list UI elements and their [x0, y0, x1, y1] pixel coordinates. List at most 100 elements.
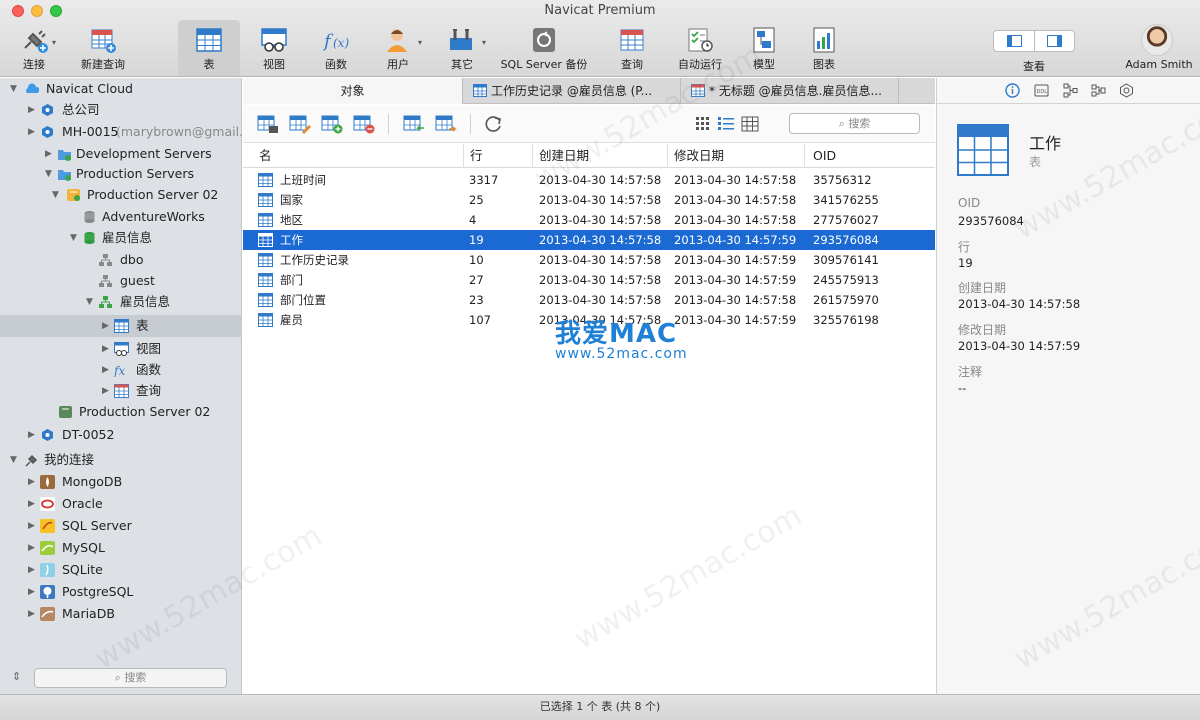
- disclosure-collapsed-icon[interactable]: ▶: [28, 121, 35, 143]
- toolbar-user-button[interactable]: 用户 ▾: [368, 20, 428, 76]
- avatar[interactable]: [1141, 24, 1173, 56]
- disclosure-collapsed-icon[interactable]: ▶: [28, 424, 35, 446]
- sidebar-item-connection-sqlite[interactable]: ▶ SQLite: [0, 559, 242, 581]
- sidebar-item-server-production-02-b[interactable]: Production Server 02: [0, 401, 242, 423]
- column-header-name[interactable]: 名: [243, 144, 464, 168]
- tab-job-history[interactable]: 工作历史记录 @雇员信息 (P...: [463, 78, 681, 104]
- disclosure-collapsed-icon[interactable]: ▶: [28, 537, 35, 559]
- design-table-icon[interactable]: [289, 114, 311, 134]
- disclosure-collapsed-icon[interactable]: ▶: [28, 515, 35, 537]
- sidebar-search-input[interactable]: ⌕ 搜索: [34, 668, 227, 688]
- column-header-rows[interactable]: 行: [464, 144, 533, 168]
- column-header-created[interactable]: 创建日期: [533, 144, 668, 168]
- toolbar-chart-button[interactable]: 图表: [794, 20, 854, 76]
- sort-icon[interactable]: ⇕: [12, 670, 21, 683]
- sidebar-item-server-production-02[interactable]: ▼ Production Server 02: [0, 184, 242, 206]
- table-icon: [258, 273, 273, 287]
- user-name[interactable]: Adam Smith: [1120, 58, 1198, 71]
- info-panel: DDL 工作 表 OID 293576084 行 19 创建日期 2013-04…: [936, 78, 1200, 694]
- disclosure-collapsed-icon[interactable]: ▶: [28, 493, 35, 515]
- disclosure-collapsed-icon[interactable]: ▶: [102, 315, 109, 337]
- sidebar-item-navicat-cloud[interactable]: ▼ Navicat Cloud: [0, 78, 242, 100]
- disclosure-expanded-icon[interactable]: ▼: [45, 163, 52, 185]
- refresh-icon[interactable]: [483, 114, 505, 134]
- toggle-right-pane-button[interactable]: [1035, 31, 1075, 51]
- disclosure-collapsed-icon[interactable]: ▶: [28, 581, 35, 603]
- disclosure-expanded-icon[interactable]: ▼: [70, 227, 77, 249]
- toolbar-automation-button[interactable]: 自动运行: [670, 20, 730, 76]
- table-row[interactable]: 工作历史记录 10 2013-04-30 14:57:58 2013-04-30 14…: [243, 250, 935, 270]
- sidebar-item-views-group[interactable]: ▶ 视图: [0, 338, 242, 360]
- object-search-input[interactable]: ⌕ 搜索: [789, 113, 920, 134]
- table-row[interactable]: 部门 27 2013-04-30 14:57:58 2013-04-30 14:57:…: [243, 270, 935, 290]
- toolbar-function-button[interactable]: f (x) 函数: [306, 20, 366, 76]
- sidebar-item-connection-sqlserver[interactable]: ▶ SQL Server: [0, 515, 242, 537]
- cell-modified: 2013-04-30 14:57:59: [674, 233, 797, 247]
- export-icon[interactable]: [435, 114, 457, 134]
- table-row[interactable]: 上班时间 3317 2013-04-30 14:57:58 2013-04-30 14…: [243, 170, 935, 190]
- disclosure-collapsed-icon[interactable]: ▶: [28, 603, 35, 625]
- detail-view-icon[interactable]: [739, 114, 761, 134]
- disclosure-collapsed-icon[interactable]: ▶: [102, 338, 109, 360]
- sidebar-item-queries-group[interactable]: ▶ 查询: [0, 380, 242, 402]
- sidebar-item-schema-employee-info[interactable]: ▼ 雇员信息: [0, 291, 242, 313]
- sidebar-item-database-adventureworks[interactable]: AdventureWorks: [0, 206, 242, 228]
- cell-name: 雇员: [280, 313, 303, 327]
- toolbar-query-button[interactable]: 查询: [602, 20, 662, 76]
- disclosure-expanded-icon[interactable]: ▼: [10, 78, 17, 100]
- disclosure-collapsed-icon[interactable]: ▶: [28, 559, 35, 581]
- disclosure-collapsed-icon[interactable]: ▶: [45, 143, 52, 165]
- table-row[interactable]: 地区 4 2013-04-30 14:57:58 2013-04-30 14:57:5…: [243, 210, 935, 230]
- toolbar-table-button[interactable]: 表: [178, 20, 240, 76]
- sidebar-item-folder-development-servers[interactable]: ▶ Development Servers: [0, 143, 242, 165]
- disclosure-expanded-icon[interactable]: ▼: [52, 184, 59, 206]
- preview-icon[interactable]: [1119, 83, 1134, 98]
- toolbar-others-button[interactable]: 其它 ▾: [432, 20, 492, 76]
- table-row[interactable]: 工作 19 2013-04-30 14:57:58 2013-04-30 14:57:…: [243, 230, 935, 250]
- sidebar-item-project-mh-0015[interactable]: ▶ MH-0015 (marybrown@gmail...: [0, 121, 251, 143]
- list-view-icon[interactable]: [715, 114, 737, 134]
- table-row[interactable]: 部门位置 23 2013-04-30 14:57:58 2013-04-30 14:5…: [243, 290, 935, 310]
- toolbar-view-button[interactable]: 视图: [244, 20, 304, 76]
- table-row[interactable]: 国家 25 2013-04-30 14:57:58 2013-04-30 14:57:…: [243, 190, 935, 210]
- sidebar-item-my-connections[interactable]: ▼ 我的连接: [0, 449, 242, 471]
- toggle-left-pane-button[interactable]: [994, 31, 1035, 51]
- new-table-icon[interactable]: [321, 114, 343, 134]
- toolbar-model-button[interactable]: 模型: [734, 20, 794, 76]
- delete-table-icon[interactable]: [353, 114, 375, 134]
- import-icon[interactable]: [403, 114, 425, 134]
- toolbar-connection-button[interactable]: 连接 ▾: [6, 20, 62, 76]
- grid-view-icon[interactable]: [692, 114, 714, 134]
- toolbar-sqlserver-backup-button[interactable]: SQL Server 备份: [500, 20, 588, 76]
- sidebar-item-connection-postgresql[interactable]: ▶ PostgreSQL: [0, 581, 242, 603]
- dependency-icon[interactable]: [1063, 83, 1078, 98]
- disclosure-collapsed-icon[interactable]: ▶: [28, 471, 35, 493]
- sidebar-item-connection-oracle[interactable]: ▶ Oracle: [0, 493, 242, 515]
- info-icon[interactable]: [1005, 83, 1020, 98]
- sidebar-item-schema-dbo[interactable]: dbo: [0, 249, 242, 271]
- relation-icon[interactable]: [1091, 83, 1106, 98]
- table-row[interactable]: 雇员 107 2013-04-30 14:57:58 2013-04-30 14:57…: [243, 310, 935, 330]
- disclosure-collapsed-icon[interactable]: ▶: [102, 359, 109, 381]
- column-header-oid[interactable]: OID: [805, 144, 935, 168]
- sidebar-item-database-employee-info[interactable]: ▼ 雇员信息: [0, 227, 242, 249]
- tab-untitled-query[interactable]: * 无标题 @雇员信息.雇员信息...: [681, 78, 899, 104]
- disclosure-expanded-icon[interactable]: ▼: [86, 291, 93, 313]
- disclosure-collapsed-icon[interactable]: ▶: [102, 380, 109, 402]
- ddl-icon[interactable]: DDL: [1034, 83, 1049, 98]
- sidebar-item-connection-mysql[interactable]: ▶ MySQL: [0, 537, 242, 559]
- tab-objects[interactable]: 对象: [243, 78, 463, 104]
- sidebar-item-folder-production-servers[interactable]: ▼ Production Servers: [0, 163, 242, 185]
- open-table-icon[interactable]: [257, 114, 279, 134]
- sidebar-item-tables-group[interactable]: ▶ 表: [0, 315, 242, 337]
- disclosure-collapsed-icon[interactable]: ▶: [28, 99, 35, 121]
- sidebar-item-connection-mariadb[interactable]: ▶ MariaDB: [0, 603, 242, 625]
- toolbar-new-query-button[interactable]: 新建查询: [72, 20, 134, 76]
- sidebar-item-project-dt-0052[interactable]: ▶ DT-0052: [0, 424, 242, 446]
- sidebar-item-schema-guest[interactable]: guest: [0, 270, 242, 292]
- sidebar-item-functions-group[interactable]: ▶ fx 函数: [0, 359, 242, 381]
- disclosure-expanded-icon[interactable]: ▼: [10, 449, 17, 471]
- sidebar-item-connection-mongodb[interactable]: ▶ MongoDB: [0, 471, 242, 493]
- column-header-modified[interactable]: 修改日期: [668, 144, 805, 168]
- sidebar-item-project-headquarters[interactable]: ▶ 总公司: [0, 99, 242, 121]
